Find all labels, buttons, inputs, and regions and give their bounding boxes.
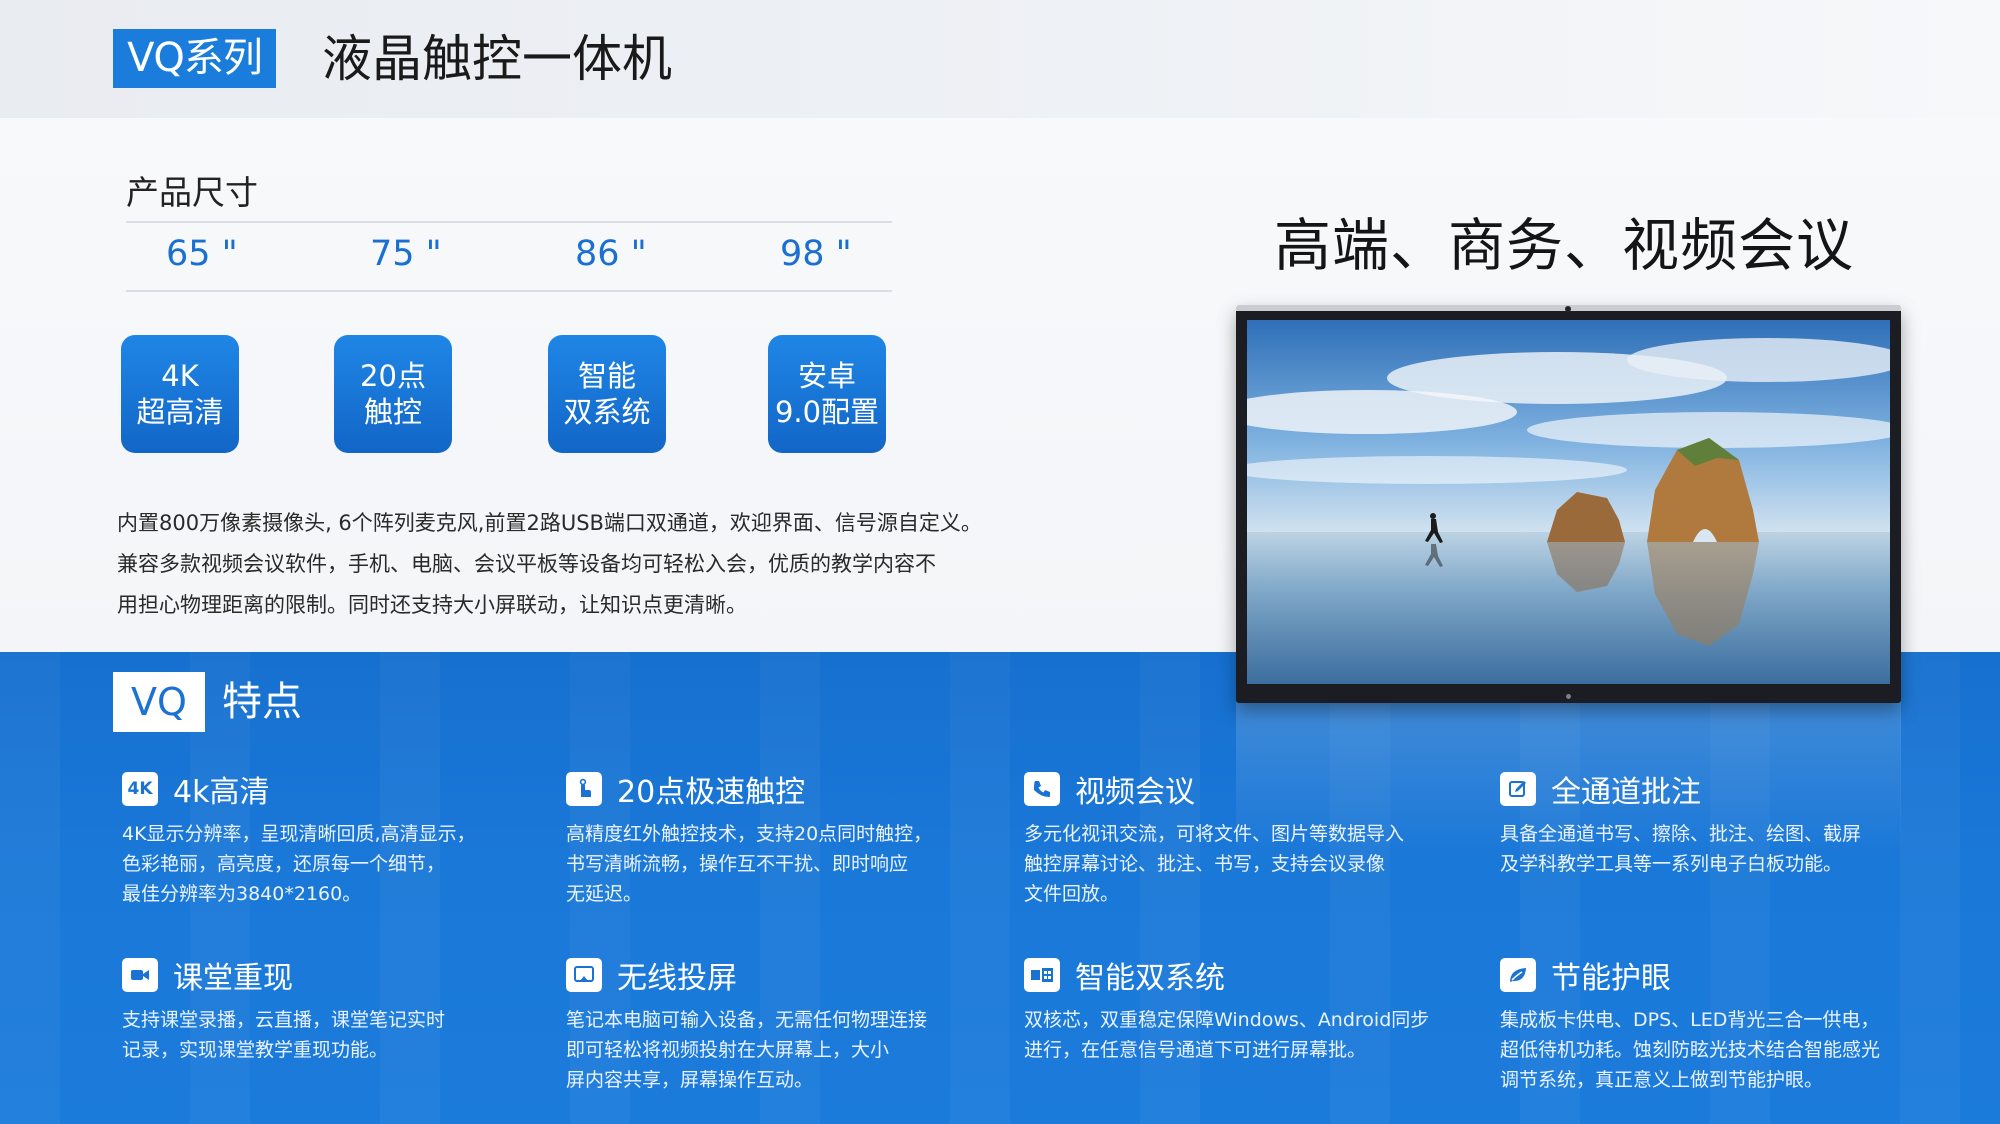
pill-touch: 20点 触控 <box>334 335 452 453</box>
landscape-illustration <box>1247 320 1890 684</box>
pill-line2: 双系统 <box>563 395 651 429</box>
pill-line2: 9.0配置 <box>774 395 880 429</box>
feature-desc-line: 色彩艳丽，高亮度，还原每一个细节， <box>122 853 446 875</box>
feature-desc-line: 书写清晰流畅，操作互不干扰、即时响应 <box>566 853 909 875</box>
feature-title: 无线投屏 <box>617 961 737 996</box>
size-list: 65 " 75 " 86 " 98 " <box>126 228 892 288</box>
feature-desc-line: 触控屏幕讨论、批注、书写，支持会议录像 <box>1024 853 1386 875</box>
feature-desc-line: 高精度红外触控技术，支持20点同时触控， <box>566 823 933 845</box>
feature-title: 20点极速触控 <box>617 775 806 810</box>
feature-desc-line: 记录，实现课堂教学重现功能。 <box>122 1039 389 1061</box>
size-item-98: 98 " <box>780 234 852 274</box>
feature-desc-line: 4K显示分辨率，呈现清晰回质,高清显示， <box>122 823 476 845</box>
pill-line1: 智能 <box>577 359 636 393</box>
feature-desc-line: 即可轻松将视频投射在大屏幕上，大小 <box>566 1039 890 1061</box>
feature-title: 节能护眼 <box>1551 961 1671 996</box>
display-screen-image <box>1247 320 1890 684</box>
display-device <box>1236 305 1901 703</box>
pill-line2: 触控 <box>363 395 422 429</box>
feature-desc-line: 最佳分辨率为3840*2160。 <box>122 883 362 905</box>
features-title: 特点 <box>222 679 302 725</box>
indicator-light <box>1566 694 1571 699</box>
description-line: 用担心物理距离的限制。同时还支持大小屏联动，让知识点更清晰。 <box>117 593 747 617</box>
size-divider-top <box>126 221 892 223</box>
leaf-icon <box>1500 958 1536 992</box>
series-tag: VQ系列 <box>113 29 276 88</box>
feature-video-conference: 视频会议 多元化视讯交流，可将文件、图片等数据导入 触控屏幕讨论、批注、书写，支… <box>1024 769 1464 909</box>
feature-desc-line: 多元化视讯交流，可将文件、图片等数据导入 <box>1024 823 1405 845</box>
product-description: 内置800万像素摄像头, 6个阵列麦克风,前置2路USB端口双通道，欢迎界面、信… <box>117 503 1057 626</box>
pill-line1: 20点 <box>360 359 426 393</box>
description-line: 内置800万像素摄像头, 6个阵列麦克风,前置2路USB端口双通道，欢迎界面、信… <box>117 511 982 535</box>
feature-desc-line: 及学科教学工具等一系列电子白板功能。 <box>1500 853 1843 875</box>
feature-desc-line: 文件回放。 <box>1024 883 1120 905</box>
feature-annotation: 全通道批注 具备全通道书写、擦除、批注、绘图、截屏 及学科教学工具等一系列电子白… <box>1500 769 1940 879</box>
phone-icon <box>1024 772 1060 806</box>
description-line: 兼容多款视频会议软件，手机、电脑、会议平板等设备均可轻松入会，优质的教学内容不 <box>117 552 936 576</box>
camera-dot <box>1565 306 1571 312</box>
dual-system-icon <box>1024 958 1060 992</box>
header-band <box>0 0 2000 118</box>
4k-icon: 4K <box>122 772 158 806</box>
feature-desc-line: 支持课堂录播，云直播，课堂笔记实时 <box>122 1009 446 1031</box>
size-label: 产品尺寸 <box>126 173 258 212</box>
feature-desc-line: 无延迟。 <box>566 883 643 905</box>
feature-desc-line: 超低待机功耗。蚀刻防眩光技术结合智能感光 <box>1500 1039 1881 1061</box>
feature-desc-line: 笔记本电脑可输入设备，无需任何物理连接 <box>566 1009 928 1031</box>
feature-desc-line: 集成板卡供电、DPS、LED背光三合一供电， <box>1500 1009 1880 1031</box>
feature-desc-line: 调节系统，真正意义上做到节能护眼。 <box>1500 1069 1824 1091</box>
feature-dual-system: 智能双系统 双核芯，双重稳定保障Windows、Android同步 进行，在任意… <box>1024 955 1464 1065</box>
feature-desc-line: 双核芯，双重稳定保障Windows、Android同步 <box>1024 1009 1430 1031</box>
pill-4k: 4K 超高清 <box>121 335 239 453</box>
feature-title: 课堂重现 <box>173 961 293 996</box>
pill-android: 安卓 9.0配置 <box>768 335 886 453</box>
feature-desc-line: 具备全通道书写、擦除、批注、绘图、截屏 <box>1500 823 1862 845</box>
features-badge: VQ <box>113 672 205 732</box>
size-item-86: 86 " <box>575 234 647 274</box>
size-divider-bottom <box>126 290 892 292</box>
feature-title: 智能双系统 <box>1075 961 1225 996</box>
slogan: 高端、商务、视频会议 <box>1274 213 1854 279</box>
pill-line1: 4K <box>161 359 199 393</box>
size-item-65: 65 " <box>166 234 238 274</box>
cast-icon <box>566 958 602 992</box>
pill-dual-system: 智能 双系统 <box>548 335 666 453</box>
feature-title: 视频会议 <box>1075 775 1195 810</box>
touch-icon <box>566 772 602 806</box>
feature-eye-care: 节能护眼 集成板卡供电、DPS、LED背光三合一供电， 超低待机功耗。蚀刻防眩光… <box>1500 955 1940 1095</box>
feature-4k: 4K 4k高清 4K显示分辨率，呈现清晰回质,高清显示， 色彩艳丽，高亮度，还原… <box>122 769 562 909</box>
feature-desc-line: 进行，在任意信号通道下可进行屏幕批。 <box>1024 1039 1367 1061</box>
camera-icon <box>122 958 158 992</box>
feature-desc-line: 屏内容共享，屏幕操作互动。 <box>566 1069 814 1091</box>
pill-line1: 安卓 <box>797 359 856 393</box>
pill-line2: 超高清 <box>136 395 224 429</box>
annotate-icon <box>1500 772 1536 806</box>
feature-wireless-cast: 无线投屏 笔记本电脑可输入设备，无需任何物理连接 即可轻松将视频投射在大屏幕上，… <box>566 955 1006 1095</box>
page-title: 液晶触控一体机 <box>322 30 672 88</box>
slide: VQ系列 液晶触控一体机 产品尺寸 65 " 75 " 86 " 98 " 4K… <box>0 0 2000 1124</box>
feature-title: 全通道批注 <box>1551 775 1701 810</box>
feature-title: 4k高清 <box>173 775 270 810</box>
size-item-75: 75 " <box>370 234 442 274</box>
feature-classroom-replay: 课堂重现 支持课堂录播，云直播，课堂笔记实时 记录，实现课堂教学重现功能。 <box>122 955 562 1065</box>
feature-touch: 20点极速触控 高精度红外触控技术，支持20点同时触控， 书写清晰流畅，操作互不… <box>566 769 1006 909</box>
